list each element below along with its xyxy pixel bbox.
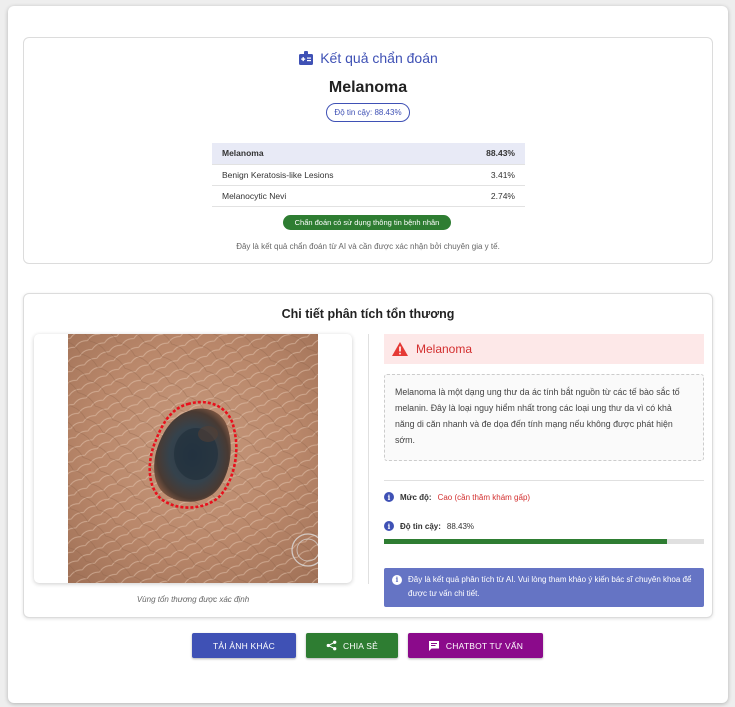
image-caption: Vùng tổn thương được xác định xyxy=(136,595,250,604)
detail-title: Chi tiết phân tích tổn thương xyxy=(281,307,455,321)
prediction-value: 3.41% xyxy=(440,164,525,186)
prediction-name: Melanocytic Nevi xyxy=(212,185,441,207)
info-icon: i xyxy=(384,492,394,502)
lesion-detail-card: Chi tiết phân tích tổn thương Vùng tổn t… xyxy=(23,293,713,618)
confidence-row: i Độ tin cậy: 88.43% xyxy=(384,521,474,531)
main-container: Kết quả chẩn đoán Melanoma Độ tin cậy: 8… xyxy=(8,6,728,703)
confidence-badge: Độ tin cậy: 88.43% xyxy=(326,103,410,122)
prediction-name: Melanoma xyxy=(212,143,441,165)
alert-label: Melanoma xyxy=(416,342,473,356)
lesion-image[interactable] xyxy=(68,334,318,583)
info-icon: i xyxy=(384,521,394,531)
confidence-progress-bar xyxy=(384,539,704,544)
prediction-value: 88.43% xyxy=(440,143,525,165)
prediction-table: Melanoma 88.43% Benign Keratosis-like Lesi… xyxy=(212,143,525,207)
severity-label: Mức độ: xyxy=(400,492,432,502)
prediction-name: Benign Keratosis-like Lesions xyxy=(212,164,441,186)
share-label: CHIA SẺ xyxy=(343,640,378,651)
column-divider xyxy=(368,334,369,584)
diagnosis-description: Melanoma là một dạng ung thư da ác tính … xyxy=(384,374,704,461)
chatbot-button[interactable]: CHATBOT TƯ VẤN xyxy=(408,633,543,658)
prediction-row: Benign Keratosis-like Lesions 3.41% xyxy=(212,164,525,186)
result-title: Kết quả chẩn đoán xyxy=(320,50,438,66)
prediction-row: Melanocytic Nevi 2.74% xyxy=(212,185,525,207)
confidence-progress-fill xyxy=(384,539,667,544)
diagnosis-name: Melanoma xyxy=(328,79,408,96)
upload-another-label: TẢI ẢNH KHÁC xyxy=(213,640,275,651)
result-header: Kết quả chẩn đoán xyxy=(24,50,712,66)
diagnosis-result-card: Kết quả chẩn đoán Melanoma Độ tin cậy: 8… xyxy=(23,37,713,264)
ai-note-box: i Đây là kết quả phân tích từ AI. Vui lò… xyxy=(384,568,704,607)
upload-another-button[interactable]: TẢI ẢNH KHÁC xyxy=(192,633,296,658)
severity-row: i Mức độ: Cao (cần thăm khám gấp) xyxy=(384,492,530,502)
prediction-row: Melanoma 88.43% xyxy=(212,143,525,165)
warning-icon xyxy=(392,342,408,356)
prediction-value: 2.74% xyxy=(440,185,525,207)
section-divider xyxy=(384,480,704,481)
lesion-image-panel xyxy=(34,334,352,583)
confidence-label: Độ tin cậy: xyxy=(400,521,441,531)
medical-id-icon xyxy=(299,51,314,65)
ai-note-text: Đây là kết quả phân tích từ AI. Vui lòng… xyxy=(408,575,692,598)
patient-info-chip: Chẩn đoán có sử dụng thông tin bệnh nhân xyxy=(283,215,451,230)
share-icon xyxy=(326,640,337,651)
ai-disclaimer: Đây là kết quả chẩn đoán từ AI và cần đư… xyxy=(236,242,500,251)
chat-icon xyxy=(428,640,439,651)
info-icon: i xyxy=(392,575,402,585)
confidence-value: 88.43% xyxy=(446,521,475,531)
share-button[interactable]: CHIA SẺ xyxy=(306,633,398,658)
diagnosis-alert: Melanoma xyxy=(384,334,704,364)
severity-value: Cao (cần thăm khám gấp) xyxy=(437,492,531,502)
chatbot-label: CHATBOT TƯ VẤN xyxy=(445,640,524,651)
